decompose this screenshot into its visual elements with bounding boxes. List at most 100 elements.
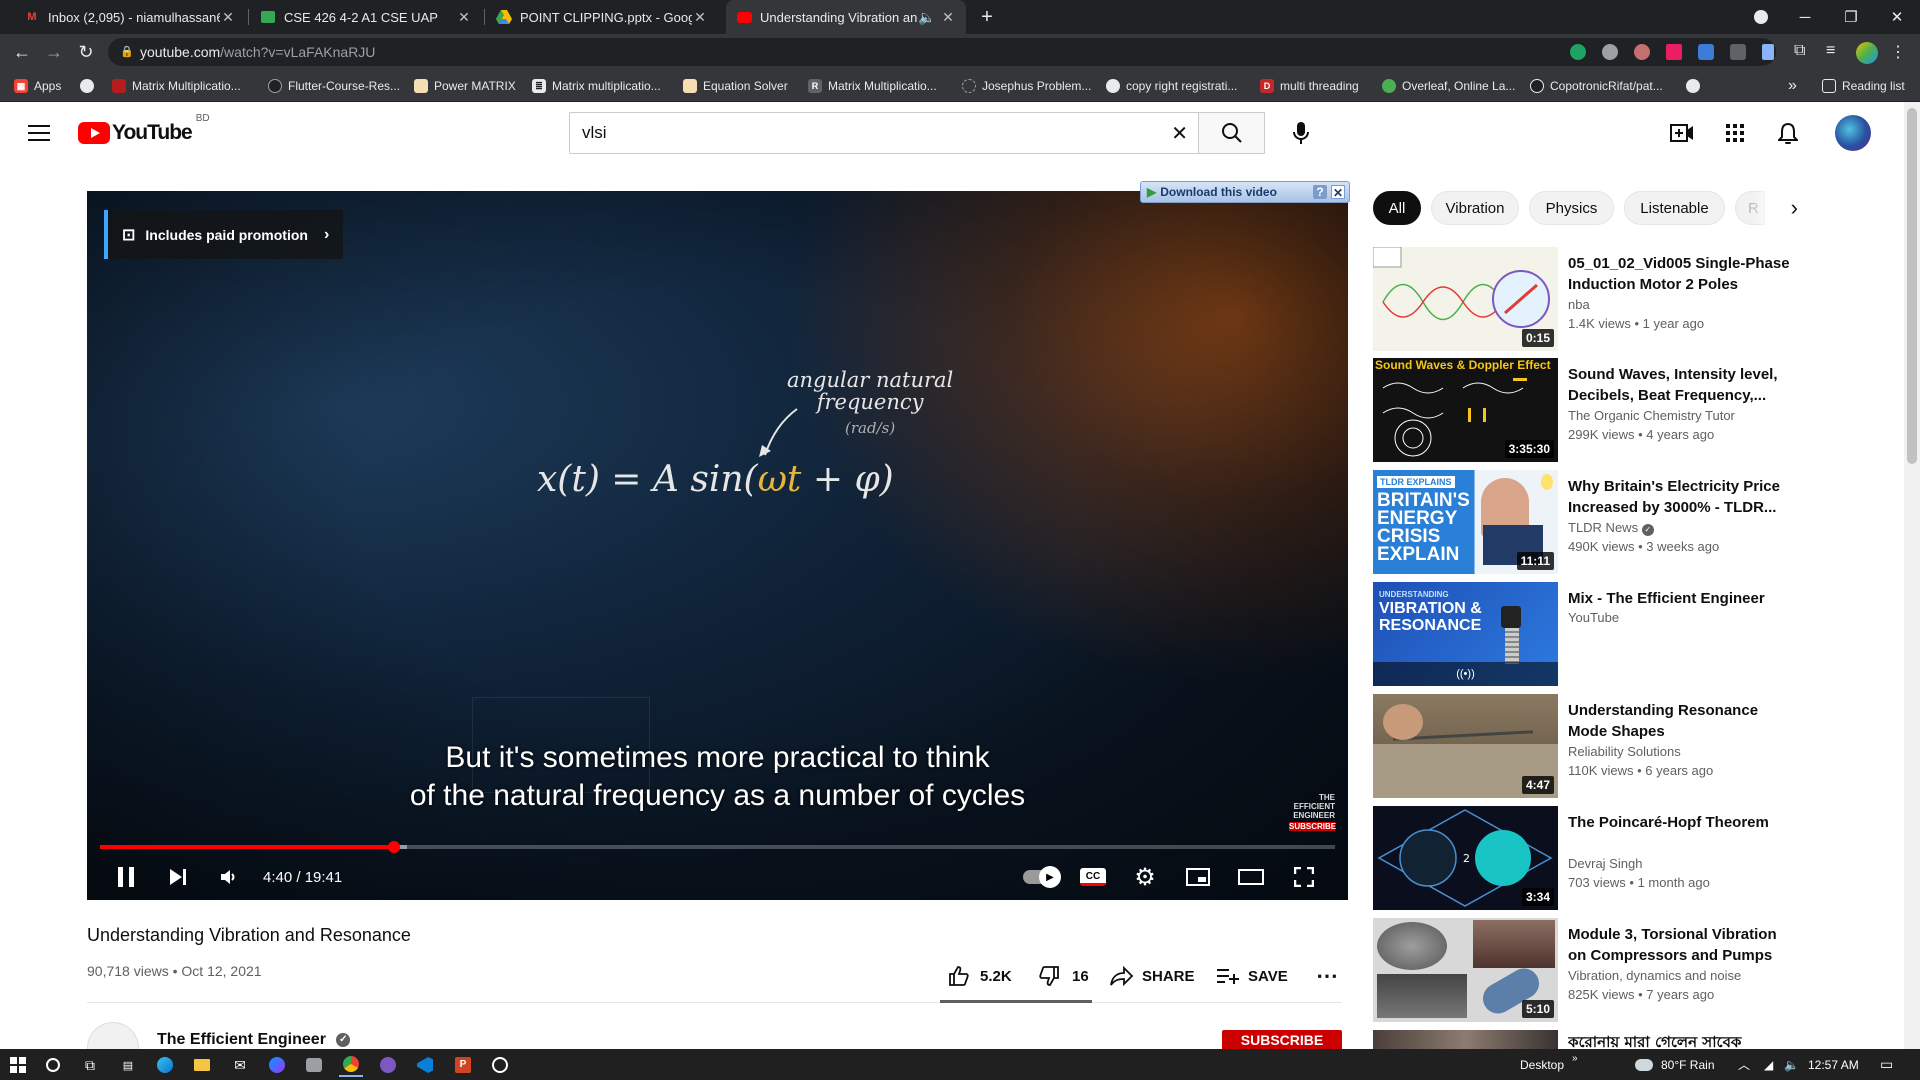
close-icon[interactable]: ✕	[1331, 185, 1345, 200]
recommendation-item[interactable]: 2 3:34 The Poincaré-Hopf Theorem Devraj …	[1373, 806, 1813, 910]
hamburger-menu-icon[interactable]	[25, 119, 53, 147]
next-button[interactable]	[163, 859, 193, 895]
video-player[interactable]: ⊡ Includes paid promotion › angular natu…	[87, 191, 1348, 900]
tab-gmail[interactable]: M Inbox (2,095) - niamulhassan64@ ✕	[14, 0, 246, 34]
tab-youtube-active[interactable]: Understanding Vibration and 🔈 ✕	[726, 0, 966, 34]
reload-button[interactable]: ↻	[72, 38, 100, 66]
rec-channel[interactable]: nba	[1568, 297, 1590, 312]
profile-avatar[interactable]	[1856, 42, 1878, 64]
bookmark-item[interactable]: copy right registrati...	[1106, 70, 1237, 102]
desktop-toolbar-label[interactable]: Desktop	[1520, 1049, 1564, 1080]
close-tab-icon[interactable]: ✕	[456, 9, 472, 26]
mail-icon[interactable]: ✉	[228, 1053, 252, 1077]
video-thumbnail[interactable]: 0:15	[1373, 247, 1558, 351]
bookmark-item[interactable]: CopotronicRifat/pat...	[1530, 70, 1663, 102]
recommendation-item[interactable]: 0:15 05_01_02_Vid005 Single-Phase Induct…	[1373, 247, 1813, 351]
bookmark-item[interactable]: Josephus Problem...	[962, 70, 1091, 102]
messenger-icon[interactable]	[265, 1053, 289, 1077]
rec-title[interactable]: করোনায় মারা গেলেন সাবেক	[1568, 1032, 1793, 1049]
download-video-button[interactable]: ▶ Download this video ? ✕	[1140, 181, 1350, 203]
video-thumbnail[interactable]: 4:47	[1373, 694, 1558, 798]
bookmark-item[interactable]: Equation Solver	[683, 70, 788, 102]
youtube-logo[interactable]: YouTube BD	[78, 113, 210, 145]
rec-channel[interactable]: YouTube	[1568, 610, 1619, 625]
search-input[interactable]: vlsi ✕	[569, 112, 1199, 154]
chip-physics[interactable]: Physics	[1529, 191, 1614, 225]
rec-channel[interactable]: Reliability Solutions	[1568, 744, 1681, 759]
theater-mode-button[interactable]	[1236, 859, 1266, 895]
rec-title[interactable]: 05_01_02_Vid005 Single-Phase Induction M…	[1568, 253, 1793, 295]
address-bar[interactable]: 🔒 youtube.com/watch?v=vLaFAKnaRJU ⇩ ⌕ ☆	[108, 38, 1776, 66]
rec-title[interactable]: Understanding Resonance Mode Shapes	[1568, 700, 1793, 742]
volume-button[interactable]	[214, 859, 244, 895]
more-actions-button[interactable]: ⋯	[1316, 960, 1338, 992]
apps-button[interactable]	[1721, 119, 1749, 147]
close-tab-icon[interactable]: ✕	[940, 9, 956, 26]
rec-channel[interactable]: Devraj Singh	[1568, 856, 1642, 871]
bookmark-item[interactable]: Matrix Multiplicatio...	[112, 70, 241, 102]
toolbar-expand-icon[interactable]: »	[1572, 1043, 1578, 1074]
powerpoint-icon[interactable]: P	[451, 1053, 475, 1077]
recommendation-item[interactable]: 5:10 Module 3, Torsional Vibration on Co…	[1373, 918, 1813, 1022]
bookmark-item[interactable]: Dmulti threading	[1260, 70, 1359, 102]
tab-drive[interactable]: POINT CLIPPING.pptx - Google D ✕	[486, 0, 718, 34]
dislike-button[interactable]: 16	[1038, 960, 1089, 992]
paid-promotion-badge[interactable]: ⊡ Includes paid promotion ›	[104, 210, 344, 259]
vscode-icon[interactable]	[413, 1053, 437, 1077]
bookmark-item[interactable]: Power MATRIX	[414, 70, 516, 102]
video-thumbnail[interactable]: UNDERSTANDING VIBRATION & RESONANCE ((•))	[1373, 582, 1558, 686]
scrubber-handle[interactable]	[387, 841, 400, 853]
bookmark-item[interactable]	[1686, 70, 1706, 102]
recommendation-item[interactable]: TLDR EXPLAINS BRITAIN'S ENERGY CRISIS EXPLA…	[1373, 470, 1813, 574]
channel-avatar[interactable]	[87, 1022, 139, 1050]
page-scrollbar[interactable]	[1904, 102, 1920, 1049]
bookmark-item[interactable]: Overleaf, Online La...	[1382, 70, 1515, 102]
chip-vibration[interactable]: Vibration	[1431, 191, 1519, 225]
extension-icon[interactable]	[1634, 44, 1650, 60]
tab-search-icon[interactable]	[1738, 0, 1784, 34]
recommendation-item[interactable]: UNDERSTANDING VIBRATION & RESONANCE ((•))…	[1373, 582, 1813, 686]
windows-start-icon[interactable]	[6, 1053, 30, 1077]
mute-tab-icon[interactable]: 🔈	[918, 9, 935, 26]
settings-button[interactable]: ⚙	[1130, 859, 1160, 895]
help-icon[interactable]: ?	[1313, 185, 1327, 199]
bookmark-item[interactable]: Flutter-Course-Res...	[268, 70, 400, 102]
recommendation-item[interactable]: 4:47 Understanding Resonance Mode Shapes…	[1373, 694, 1813, 798]
chip-all[interactable]: All	[1373, 191, 1421, 225]
create-video-button[interactable]	[1668, 119, 1696, 147]
reading-list-button[interactable]: Reading list	[1822, 70, 1905, 102]
close-window-button[interactable]: ✕	[1874, 0, 1920, 34]
download-extension-icon[interactable]	[1698, 44, 1714, 60]
video-thumbnail[interactable]: 5:10	[1373, 918, 1558, 1022]
chrome-icon[interactable]	[339, 1053, 363, 1077]
scrollbar-thumb[interactable]	[1907, 108, 1917, 464]
account-avatar[interactable]	[1835, 115, 1871, 151]
fullscreen-button[interactable]	[1289, 859, 1319, 895]
rec-channel[interactable]: Vibration, dynamics and noise	[1568, 968, 1741, 983]
grammarly-extension-icon[interactable]	[1570, 44, 1586, 60]
chip-listenable[interactable]: Listenable	[1624, 191, 1725, 225]
task-view-icon[interactable]: ⧉	[78, 1053, 102, 1077]
weather-widget[interactable]: 80°F Rain	[1635, 1049, 1715, 1080]
media-controls-icon[interactable]: ≡	[1826, 42, 1835, 60]
video-thumbnail[interactable]: 2 3:34	[1373, 806, 1558, 910]
rec-channel[interactable]: TLDR News ✓	[1568, 520, 1654, 536]
share-button[interactable]: SHARE	[1110, 960, 1195, 992]
search-button[interactable]	[1199, 112, 1265, 154]
menu-kebab-icon[interactable]: ⋮	[1890, 42, 1906, 62]
bookmark-item[interactable]	[80, 70, 100, 102]
file-explorer-icon[interactable]	[190, 1053, 214, 1077]
chips-next-button[interactable]: ›	[1752, 191, 1812, 225]
network-icon[interactable]: ◢	[1764, 1049, 1773, 1080]
miniplayer-button[interactable]	[1183, 859, 1213, 895]
save-button[interactable]: SAVE	[1216, 960, 1288, 992]
rec-title[interactable]: Module 3, Torsional Vibration on Compres…	[1568, 924, 1793, 966]
like-button[interactable]: 5.2K	[948, 960, 1012, 992]
pause-button[interactable]	[111, 859, 141, 895]
rec-title[interactable]: Sound Waves, Intensity level, Decibels, …	[1568, 364, 1793, 406]
rec-title[interactable]: Why Britain's Electricity Price Increase…	[1568, 476, 1793, 518]
rec-title[interactable]: The Poincaré-Hopf Theorem	[1568, 812, 1793, 833]
video-thumbnail[interactable]	[1373, 1030, 1558, 1049]
back-button[interactable]: ←	[8, 38, 36, 66]
channel-watermark[interactable]: THE EFFICIENT ENGINEER SUBSCRIBE	[1289, 793, 1336, 833]
